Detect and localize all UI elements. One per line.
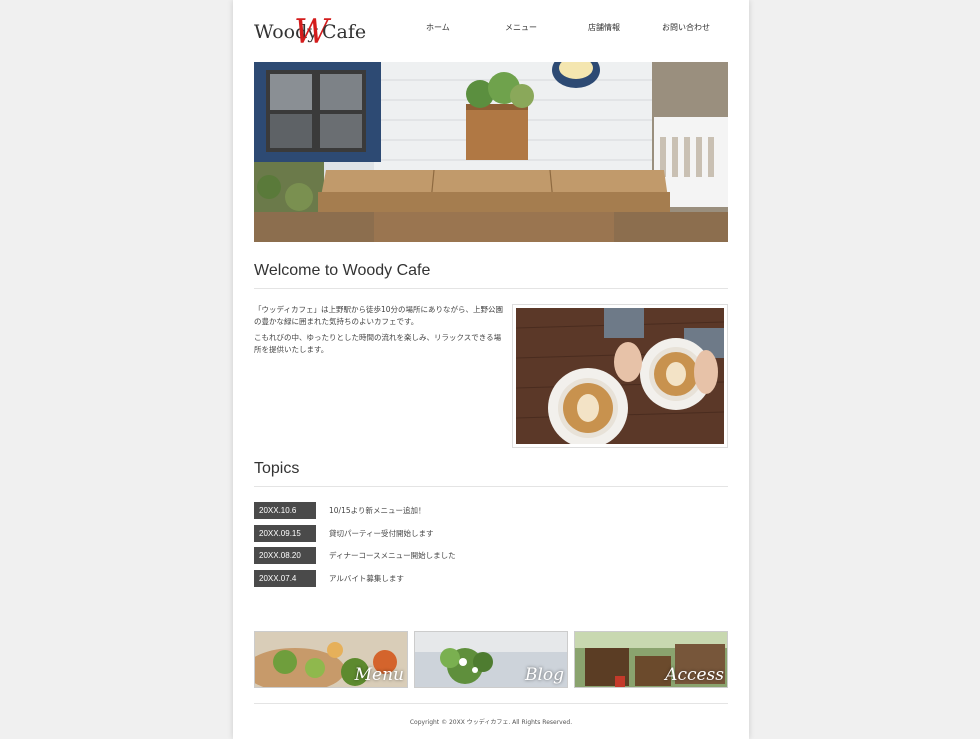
coffee-photo [512, 304, 728, 448]
blog-banner[interactable]: Blog [414, 631, 568, 688]
topic-item[interactable]: 20XX.10.6 10/15より新メニュー追加！ [254, 502, 728, 525]
topic-text[interactable]: 貸切パーティー受付開始します [329, 528, 434, 539]
nav-item-shop-info[interactable]: 店舗情報 [588, 22, 620, 33]
hero-image [254, 62, 728, 242]
main-nav: ホーム メニュー 店舗情報 お問い合わせ [393, 22, 733, 38]
topic-date: 20XX.08.20 [254, 547, 316, 565]
copyright: Copyright © 20XX ウッディカフェ. All Rights Res… [409, 719, 573, 726]
logo-text-cafe: Cafe [322, 21, 367, 43]
welcome-heading: Welcome to Woody Cafe [254, 262, 728, 289]
topic-date: 20XX.09.15 [254, 524, 316, 542]
nav-item-contact[interactable]: お問い合わせ [662, 22, 710, 33]
banner-links: Menu Blog Access [254, 631, 728, 688]
topic-item[interactable]: 20XX.08.20 ディナーコースメニュー開始しました [254, 547, 728, 570]
access-banner[interactable]: Access [574, 631, 728, 688]
site-logo[interactable]: Woody W Cafe [254, 12, 367, 52]
topic-item[interactable]: 20XX.09.15 貸切パーティー受付開始します [254, 524, 728, 548]
topic-date: 20XX.10.6 [254, 502, 316, 519]
topic-text[interactable]: 10/15より新メニュー追加！ [329, 505, 425, 516]
topic-text[interactable]: アルバイト募集します [329, 573, 404, 584]
intro-paragraph: こもれびの中、ゆったりとした時間の流れを楽しみ、リラックスできる場所を提供いたし… [254, 333, 502, 354]
intro-paragraph: 「ウッディカフェ」は上野駅から徒歩10分の場所にありながら、上野公園の豊かな緑に… [254, 305, 504, 326]
intro-text: 「ウッディカフェ」は上野駅から徒歩10分の場所にありながら、上野公園の豊かな緑に… [254, 304, 508, 360]
topic-item[interactable]: 20XX.07.4 アルバイト募集します [254, 569, 728, 593]
footer-divider [254, 703, 728, 704]
topics-heading: Topics [254, 460, 728, 487]
banner-label-menu: Menu [354, 665, 404, 685]
topic-date: 20XX.07.4 [254, 569, 316, 587]
banner-label-access: Access [665, 665, 724, 685]
topics-list: 20XX.10.6 10/15より新メニュー追加！ 20XX.09.15 貸切パ… [254, 502, 728, 592]
page-container: Woody W Cafe ホーム メニュー 店舗情報 お問い合わせ Welcom… [233, 0, 749, 739]
nav-item-home[interactable]: ホーム [426, 22, 450, 33]
menu-banner[interactable]: Menu [254, 631, 408, 688]
topic-text[interactable]: ディナーコースメニュー開始しました [329, 550, 456, 561]
banner-label-blog: Blog [524, 665, 564, 685]
nav-item-menu[interactable]: メニュー [505, 22, 537, 33]
